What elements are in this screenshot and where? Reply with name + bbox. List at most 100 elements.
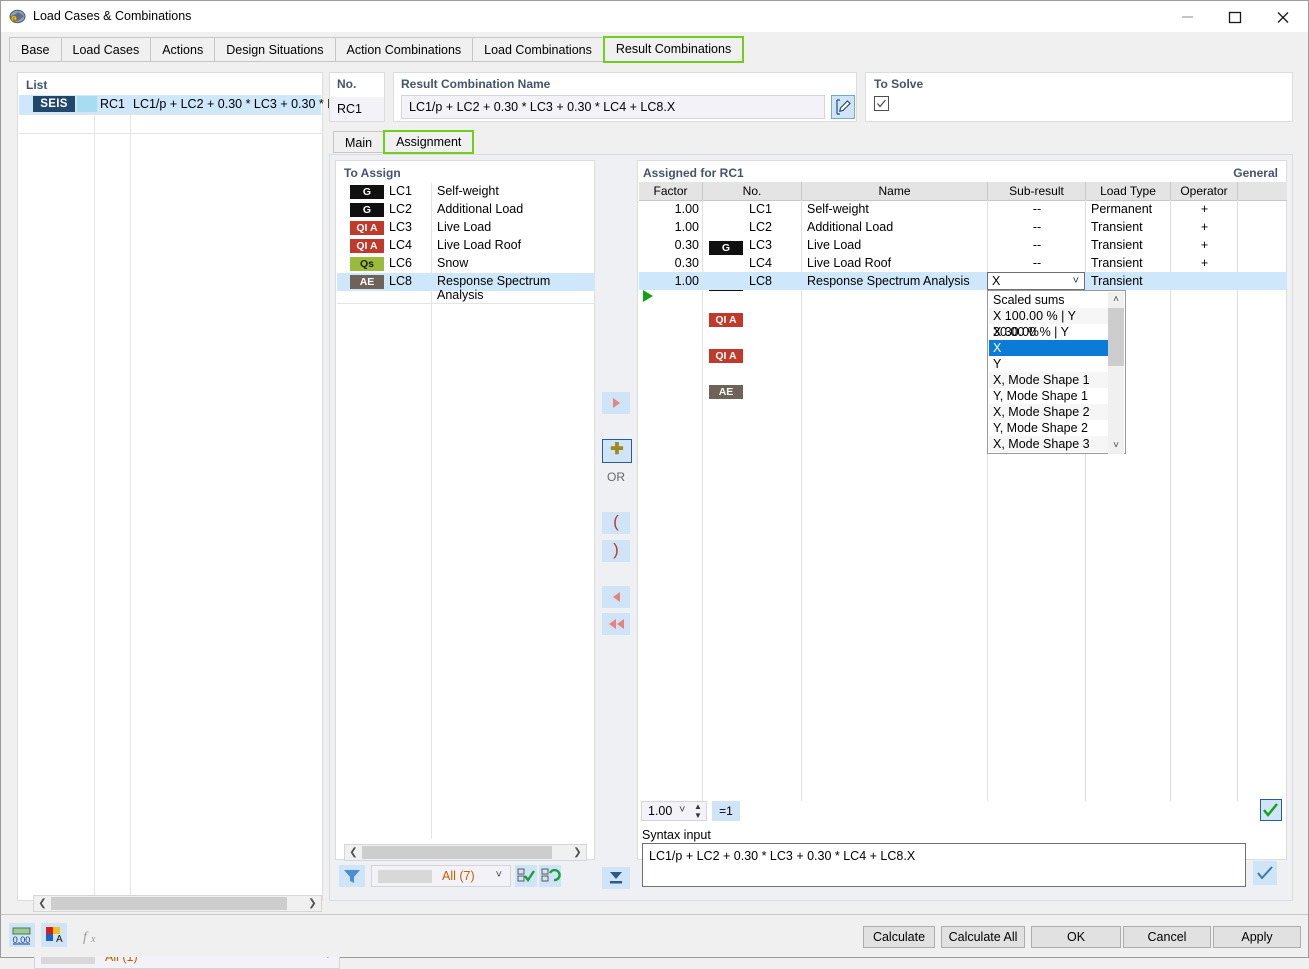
- arrow-left-icon: [616, 619, 624, 629]
- invert-selection-button[interactable]: [539, 865, 561, 887]
- units-icon[interactable]: 0,00: [9, 923, 35, 947]
- table-row-selected[interactable]: 1.00 AE LC8 Response Spectrum Analysis T…: [639, 272, 1287, 399]
- dropdown-option[interactable]: X 30.00 % | Y 100.00 %: [989, 324, 1109, 355]
- to-assign-row[interactable]: G LC1 Self-weight: [337, 183, 595, 201]
- scroll-thumb[interactable]: [1108, 308, 1124, 366]
- svg-text:f: f: [83, 930, 89, 945]
- cell-operator[interactable]: +: [1171, 218, 1238, 236]
- syntax-input[interactable]: LC1/p + LC2 + 0.30 * LC3 + 0.30 * LC4 + …: [642, 843, 1246, 887]
- scroll-thumb[interactable]: [362, 846, 552, 859]
- dropdown-option-selected[interactable]: X: [989, 340, 1110, 356]
- select-all-button[interactable]: [515, 865, 537, 887]
- subresult-combo[interactable]: X ˅: [987, 272, 1085, 290]
- scroll-down-icon[interactable]: ˅: [1108, 438, 1124, 454]
- table-row[interactable]: 1.00 G LC1 Self-weight -- Permanent +: [639, 200, 1287, 255]
- spinner-down-icon[interactable]: ▼: [694, 811, 702, 820]
- to-assign-row[interactable]: Qs LC6 Snow: [337, 255, 595, 273]
- scroll-right-icon[interactable]: ❯: [304, 896, 321, 911]
- dropdown-option[interactable]: Y, Mode Shape 2: [989, 420, 1109, 436]
- table-row[interactable]: 0.30 QI A LC4 Live Load Roof -- Transien…: [639, 254, 1287, 363]
- open-paren-button[interactable]: (: [602, 512, 630, 534]
- tab-action-combinations[interactable]: Action Combinations: [334, 37, 473, 62]
- minimize-button[interactable]: [1165, 1, 1211, 32]
- column-header-subresult[interactable]: Sub-result: [988, 182, 1086, 200]
- column-header-name[interactable]: Name: [802, 182, 988, 200]
- column-header-factor[interactable]: Factor: [639, 182, 703, 200]
- display-properties-icon[interactable]: A: [41, 923, 67, 947]
- to-assign-row[interactable]: QI A LC3 Live Load: [337, 219, 595, 237]
- cell-subresult[interactable]: --: [988, 218, 1086, 236]
- filter-button[interactable]: [339, 865, 365, 887]
- tab-main[interactable]: Main: [333, 131, 384, 153]
- scroll-up-icon[interactable]: ˄: [1108, 292, 1124, 308]
- cell-subresult[interactable]: --: [988, 200, 1086, 218]
- calculate-button[interactable]: Calculate: [863, 926, 935, 948]
- cell-operator[interactable]: +: [1171, 254, 1238, 272]
- scroll-left-icon[interactable]: ❮: [34, 896, 51, 911]
- cell-subresult[interactable]: --: [988, 254, 1086, 272]
- assign-button[interactable]: [602, 392, 630, 414]
- column-header-loadtype[interactable]: Load Type: [1086, 182, 1171, 200]
- tab-load-cases[interactable]: Load Cases: [60, 37, 151, 62]
- dropdown-option[interactable]: Scaled sums envelope: [989, 292, 1109, 323]
- confirm-factor-button[interactable]: [1260, 799, 1282, 821]
- to-assign-row[interactable]: QI A LC4 Live Load Roof: [337, 237, 595, 255]
- scroll-thumb[interactable]: [51, 897, 287, 910]
- edit-name-icon[interactable]: [831, 95, 855, 119]
- scroll-right-icon[interactable]: ❯: [569, 845, 586, 860]
- tab-design-situations[interactable]: Design Situations: [214, 37, 335, 62]
- to-assign-row[interactable]: G LC2 Additional Load: [337, 201, 595, 219]
- chevron-down-icon[interactable]: ˅: [1073, 273, 1079, 289]
- tab-load-combinations[interactable]: Load Combinations: [472, 37, 603, 62]
- or-button[interactable]: OR: [602, 466, 630, 488]
- dropdown-option[interactable]: X 100.00 % | Y 30.00 %: [989, 308, 1109, 339]
- syntax-input-value: LC1/p + LC2 + 0.30 * LC3 + 0.30 * LC4 + …: [649, 849, 916, 863]
- tab-base[interactable]: Base: [9, 37, 61, 62]
- to-assign-filter-combo[interactable]: All (7) ˅: [371, 865, 511, 887]
- column-header-operator[interactable]: Operator: [1171, 182, 1238, 200]
- factor-spinner[interactable]: 1.00 ˅ ▲ ▼: [641, 801, 707, 821]
- to-assign-row-selected[interactable]: AE LC8 Response Spectrum Analysis: [337, 273, 595, 302]
- add-or-button[interactable]: ✚: [602, 439, 632, 463]
- tab-result-combinations[interactable]: Result Combinations: [602, 36, 745, 63]
- dropdown-option[interactable]: X, Mode Shape 3: [989, 436, 1109, 452]
- tab-actions[interactable]: Actions: [150, 37, 215, 62]
- list-row[interactable]: SEIS RC1 LC1/p + LC2 + 0.30 * LC3 + 0.30…: [19, 95, 338, 114]
- confirm-syntax-button[interactable]: [1253, 861, 1277, 885]
- load-case-badge: Qs: [350, 257, 384, 271]
- to-assign-hscrollbar[interactable]: ❮ ❯: [344, 844, 587, 861]
- cell-operator[interactable]: +: [1171, 236, 1238, 254]
- cell-subresult[interactable]: --: [988, 236, 1086, 254]
- dropdown-option[interactable]: Y: [989, 356, 1109, 372]
- ok-button[interactable]: OK: [1031, 926, 1121, 948]
- scroll-left-icon[interactable]: ❮: [345, 845, 362, 860]
- apply-button[interactable]: Apply: [1213, 926, 1301, 948]
- dropdown-scrollbar[interactable]: ˄ ˅: [1108, 292, 1124, 454]
- maximize-button[interactable]: [1212, 1, 1258, 32]
- dropdown-option[interactable]: X, Mode Shape 2: [989, 404, 1109, 420]
- cell-name: Live Load Roof: [807, 256, 892, 270]
- chevron-down-icon[interactable]: ˅: [496, 869, 502, 881]
- unassign-all-button[interactable]: [602, 613, 630, 635]
- column-header-no[interactable]: No.: [703, 182, 802, 200]
- unassign-button[interactable]: [602, 586, 630, 608]
- no-value[interactable]: RC1: [330, 97, 384, 121]
- subresult-dropdown-list[interactable]: Scaled sums envelope X 100.00 % | Y 30.0…: [987, 290, 1126, 454]
- cell-operator[interactable]: +: [1171, 200, 1238, 218]
- calculate-all-button[interactable]: Calculate All: [941, 926, 1025, 948]
- table-row[interactable]: 0.30 QI A LC3 Live Load -- Transient +: [639, 236, 1287, 327]
- chevron-down-icon[interactable]: ˅: [679, 804, 685, 816]
- close-button[interactable]: [1260, 1, 1306, 32]
- tab-assignment[interactable]: Assignment: [383, 130, 475, 154]
- assign-all-down-button[interactable]: [602, 867, 630, 889]
- close-paren-button[interactable]: ): [602, 540, 630, 562]
- dropdown-option[interactable]: Y, Mode Shape 1: [989, 388, 1109, 404]
- spinner-up-icon[interactable]: ▲: [694, 802, 702, 811]
- list-hscrollbar[interactable]: ❮ ❯: [33, 895, 322, 912]
- table-row[interactable]: 1.00 G LC2 Additional Load -- Transient …: [639, 218, 1287, 291]
- to-assign-no: LC6: [389, 256, 412, 270]
- to-solve-checkbox[interactable]: [874, 96, 889, 111]
- result-combination-name-input[interactable]: LC1/p + LC2 + 0.30 * LC3 + 0.30 * LC4 + …: [401, 95, 825, 119]
- dropdown-option[interactable]: X, Mode Shape 1: [989, 372, 1109, 388]
- cancel-button[interactable]: Cancel: [1123, 926, 1211, 948]
